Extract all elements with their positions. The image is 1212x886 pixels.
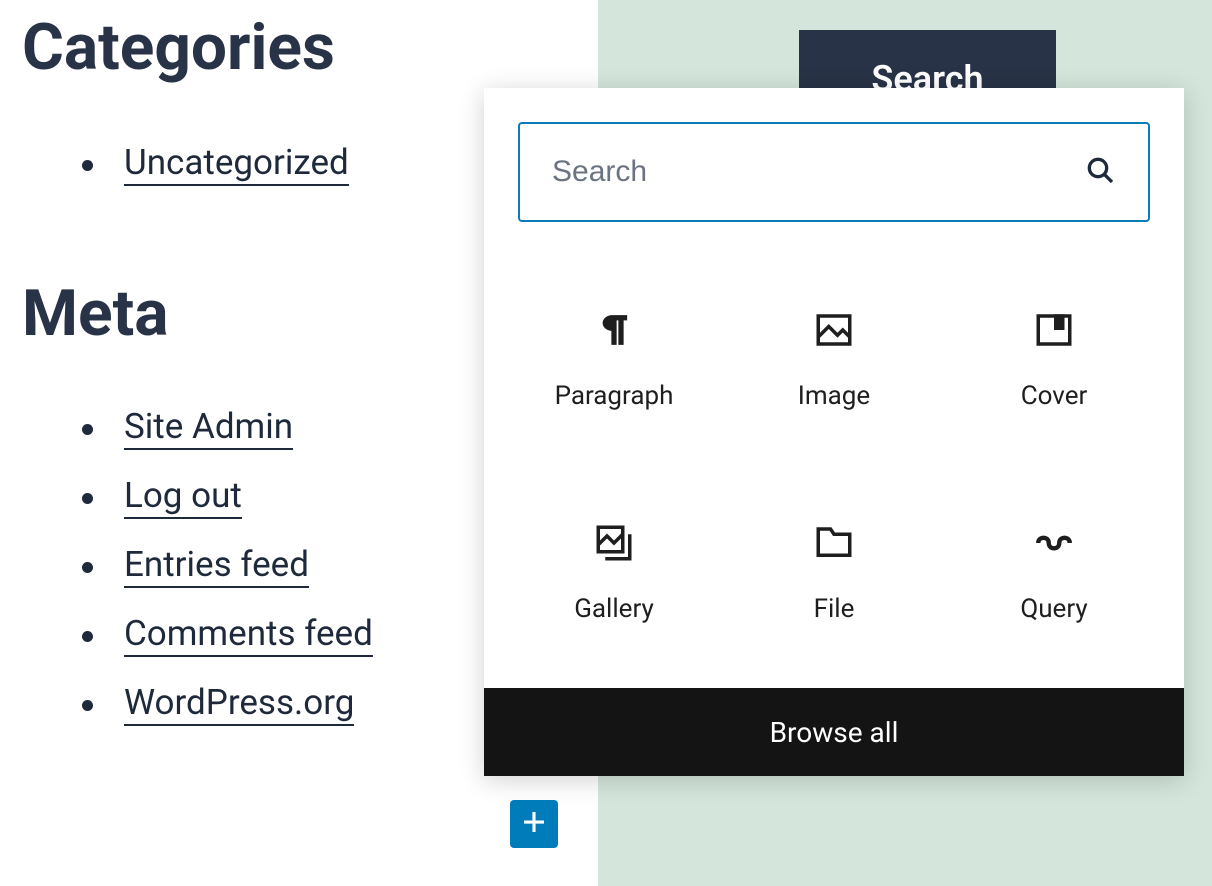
block-label: Query xyxy=(1020,594,1087,624)
block-item-file[interactable]: File xyxy=(724,465,944,678)
browse-all-button[interactable]: Browse all xyxy=(484,688,1184,776)
meta-link-comments-feed[interactable]: Comments feed xyxy=(124,613,373,657)
inserter-blocks-grid: Paragraph Image Cover Gallery File xyxy=(484,222,1184,688)
browse-all-label: Browse all xyxy=(770,716,899,749)
block-item-image[interactable]: Image xyxy=(724,252,944,465)
block-item-paragraph[interactable]: Paragraph xyxy=(504,252,724,465)
meta-link-site-admin[interactable]: Site Admin xyxy=(124,406,293,450)
list-item: Comments feed xyxy=(82,613,373,654)
block-label: Paragraph xyxy=(555,381,674,411)
search-icon xyxy=(1084,154,1116,190)
paragraph-icon xyxy=(591,307,637,353)
meta-link-wordpress-org[interactable]: WordPress.org xyxy=(124,682,354,726)
inserter-search-wrap xyxy=(484,88,1184,222)
inserter-search-input[interactable] xyxy=(552,155,1084,189)
file-icon xyxy=(811,520,857,566)
meta-heading: Meta xyxy=(22,276,169,351)
block-label: Cover xyxy=(1021,381,1088,411)
categories-heading: Categories xyxy=(22,10,335,85)
block-item-cover[interactable]: Cover xyxy=(944,252,1164,465)
categories-list: Uncategorized xyxy=(82,142,349,211)
image-icon xyxy=(811,307,857,353)
block-item-gallery[interactable]: Gallery xyxy=(504,465,724,678)
plus-icon xyxy=(519,807,549,841)
block-label: Gallery xyxy=(574,594,654,624)
list-item: Log out xyxy=(82,475,373,516)
list-item: Site Admin xyxy=(82,406,373,447)
block-inserter-popover: Paragraph Image Cover Gallery File xyxy=(484,88,1184,776)
query-icon xyxy=(1031,520,1077,566)
block-label: Image xyxy=(798,381,870,411)
block-label: File xyxy=(814,594,855,624)
meta-list: Site Admin Log out Entries feed Comments… xyxy=(82,406,373,751)
list-item: Uncategorized xyxy=(82,142,349,183)
gallery-icon xyxy=(591,520,637,566)
block-item-query[interactable]: Query xyxy=(944,465,1164,678)
list-item: WordPress.org xyxy=(82,682,373,723)
inserter-search-box[interactable] xyxy=(518,122,1150,222)
meta-link-log-out[interactable]: Log out xyxy=(124,475,242,519)
list-item: Entries feed xyxy=(82,544,373,585)
category-link-uncategorized[interactable]: Uncategorized xyxy=(124,142,349,186)
meta-link-entries-feed[interactable]: Entries feed xyxy=(124,544,309,588)
cover-icon xyxy=(1031,307,1077,353)
add-block-button[interactable] xyxy=(510,800,558,848)
